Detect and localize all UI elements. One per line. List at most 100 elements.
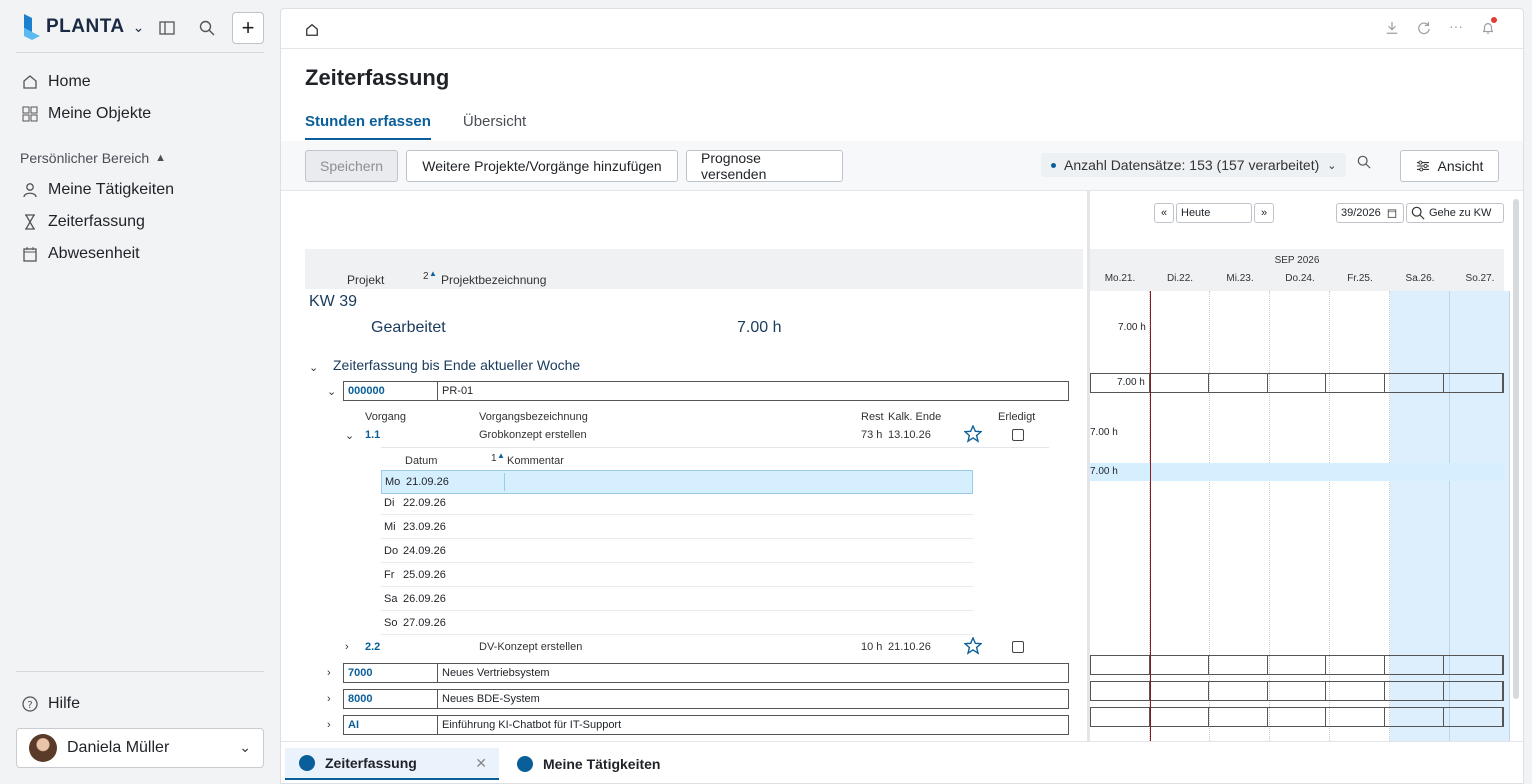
hours-cell[interactable] bbox=[1268, 374, 1327, 392]
task-hours-cell[interactable]: 7.00 h bbox=[1090, 427, 1118, 438]
close-icon[interactable]: ✕ bbox=[475, 755, 487, 772]
hours-cell[interactable] bbox=[1209, 708, 1268, 726]
user-menu[interactable]: Daniela Müller ⌄ bbox=[16, 728, 264, 768]
add-projects-button[interactable]: Weitere Projekte/Vorgänge hinzufügen bbox=[406, 150, 678, 182]
hours-cell[interactable] bbox=[1268, 656, 1327, 674]
done-checkbox[interactable] bbox=[1012, 429, 1024, 441]
refresh-icon[interactable] bbox=[1417, 21, 1431, 35]
day-hours-cell[interactable]: 7.00 h bbox=[1090, 466, 1118, 477]
project-hours-row[interactable] bbox=[1090, 655, 1504, 675]
project-hours-row[interactable]: 7.00 h bbox=[1090, 373, 1504, 393]
chevron-down-icon[interactable]: ⌄ bbox=[345, 429, 354, 442]
col-projektbezeichnung[interactable]: Projektbezeichnung bbox=[441, 273, 546, 287]
bottom-tab-meine-taetigkeiten[interactable]: Meine Tätigkeiten bbox=[503, 748, 674, 780]
nav-meine-taetigkeiten[interactable]: Meine Tätigkeiten bbox=[22, 178, 174, 202]
hours-cell[interactable] bbox=[1091, 708, 1150, 726]
view-button[interactable]: Ansicht bbox=[1400, 150, 1499, 182]
selected-day-row[interactable]: 7.00 h bbox=[1090, 463, 1504, 481]
goto-week-button[interactable]: Gehe zu KW bbox=[1406, 203, 1504, 223]
project-id[interactable]: 7000 bbox=[344, 664, 438, 682]
hours-cell[interactable] bbox=[1150, 656, 1209, 674]
project-row[interactable]: 8000 Neues BDE-System bbox=[343, 689, 1069, 709]
star-icon[interactable] bbox=[964, 637, 982, 655]
project-id[interactable]: 8000 bbox=[344, 690, 438, 708]
day-row[interactable]: So 27.09.26 bbox=[381, 611, 973, 635]
hours-cell[interactable] bbox=[1091, 682, 1150, 700]
chevron-down-icon[interactable]: ⌄ bbox=[327, 385, 336, 398]
brand-menu[interactable]: PLANTA ⌄ bbox=[22, 14, 144, 40]
nav-meine-objekte[interactable]: Meine Objekte bbox=[22, 102, 151, 126]
more-icon[interactable]: ··· bbox=[1449, 19, 1463, 35]
hours-cell[interactable] bbox=[1150, 708, 1209, 726]
hours-cell[interactable] bbox=[1326, 708, 1386, 726]
hours-cell[interactable] bbox=[1385, 374, 1445, 392]
chevron-right-icon[interactable]: › bbox=[327, 693, 331, 705]
bottom-tab-zeiterfassung[interactable]: Zeiterfassung ✕ bbox=[285, 748, 499, 780]
star-icon[interactable] bbox=[964, 425, 982, 443]
done-checkbox[interactable] bbox=[1012, 641, 1024, 653]
hours-cell[interactable] bbox=[1209, 656, 1268, 674]
col-projekt[interactable]: Projekt bbox=[347, 273, 384, 287]
home-icon[interactable] bbox=[305, 23, 319, 37]
chevron-right-icon[interactable]: › bbox=[345, 641, 349, 653]
scrollbar[interactable] bbox=[1513, 199, 1519, 699]
calendar-icon bbox=[1387, 209, 1396, 218]
nav-abwesenheit[interactable]: Abwesenheit bbox=[22, 242, 140, 266]
day-row[interactable]: Fr 25.09.26 bbox=[381, 563, 973, 587]
download-icon[interactable] bbox=[1385, 21, 1399, 35]
hours-cell[interactable] bbox=[1444, 708, 1504, 726]
next-week-button[interactable]: » bbox=[1254, 203, 1274, 223]
project-row[interactable]: 7000 Neues Vertriebsystem bbox=[343, 663, 1069, 683]
hours-cell[interactable] bbox=[1209, 374, 1268, 392]
bell-icon[interactable] bbox=[1481, 21, 1495, 35]
hours-cell[interactable] bbox=[1326, 682, 1386, 700]
task-id[interactable]: 1.1 bbox=[365, 429, 380, 441]
hours-cell[interactable] bbox=[1150, 682, 1209, 700]
hours-cell[interactable] bbox=[1209, 682, 1268, 700]
chevron-down-icon[interactable]: ⌄ bbox=[309, 361, 318, 374]
week-input[interactable]: 39/2026 bbox=[1336, 203, 1404, 223]
project-id[interactable]: 000000 bbox=[344, 382, 438, 400]
tab-uebersicht[interactable]: Übersicht bbox=[463, 113, 526, 140]
chevron-right-icon[interactable]: › bbox=[327, 667, 331, 679]
search-icon[interactable] bbox=[196, 14, 218, 42]
record-count-dropdown[interactable]: Anzahl Datensätze: 153 (157 verarbeitet)… bbox=[1041, 153, 1347, 177]
hours-cell[interactable] bbox=[1268, 682, 1327, 700]
hours-cell[interactable] bbox=[1326, 374, 1386, 392]
hours-cell[interactable] bbox=[1326, 656, 1386, 674]
day-row[interactable]: Mi 23.09.26 bbox=[381, 515, 973, 539]
chevron-right-icon[interactable]: › bbox=[327, 719, 331, 731]
hours-cell[interactable] bbox=[1091, 656, 1150, 674]
section-persoenlicher-bereich[interactable]: Persönlicher Bereich ▲ bbox=[20, 150, 166, 166]
hours-cell[interactable] bbox=[1150, 374, 1209, 392]
project-row[interactable]: 000000 PR-01 bbox=[343, 381, 1069, 401]
project-hours-row[interactable] bbox=[1090, 681, 1504, 701]
sidebar-toggle-icon[interactable] bbox=[156, 14, 178, 42]
hours-cell[interactable] bbox=[1444, 656, 1504, 674]
hours-cell[interactable] bbox=[1268, 708, 1327, 726]
hours-cell[interactable] bbox=[1444, 374, 1504, 392]
hours-cell[interactable] bbox=[1385, 682, 1445, 700]
today-button[interactable]: Heute bbox=[1176, 203, 1252, 223]
add-button[interactable]: + bbox=[232, 12, 264, 44]
project-hours-row[interactable] bbox=[1090, 707, 1504, 727]
project-id[interactable]: AI bbox=[344, 716, 438, 734]
hours-cell[interactable] bbox=[1385, 708, 1445, 726]
project-row[interactable]: AI Einführung KI-Chatbot für IT-Support bbox=[343, 715, 1069, 735]
prev-week-button[interactable]: « bbox=[1154, 203, 1174, 223]
search-icon[interactable] bbox=[1357, 155, 1371, 169]
hours-cell[interactable] bbox=[1444, 682, 1504, 700]
hours-cell[interactable]: 7.00 h bbox=[1091, 374, 1150, 392]
nav-zeiterfassung[interactable]: Zeiterfassung bbox=[22, 210, 145, 234]
hours-cell[interactable] bbox=[1385, 656, 1445, 674]
task-id[interactable]: 2.2 bbox=[365, 641, 380, 653]
forecast-button[interactable]: Prognose versenden bbox=[686, 150, 843, 182]
comment-input[interactable] bbox=[504, 473, 972, 491]
day-row[interactable]: Sa 26.09.26 bbox=[381, 587, 973, 611]
nav-home[interactable]: Home bbox=[22, 70, 91, 94]
tab-stunden-erfassen[interactable]: Stunden erfassen bbox=[305, 113, 431, 140]
day-row[interactable]: Do 24.09.26 bbox=[381, 539, 973, 563]
nav-hilfe[interactable]: ? Hilfe bbox=[22, 692, 80, 716]
save-button[interactable]: Speichern bbox=[305, 150, 398, 182]
day-row[interactable]: Di 22.09.26 bbox=[381, 491, 973, 515]
